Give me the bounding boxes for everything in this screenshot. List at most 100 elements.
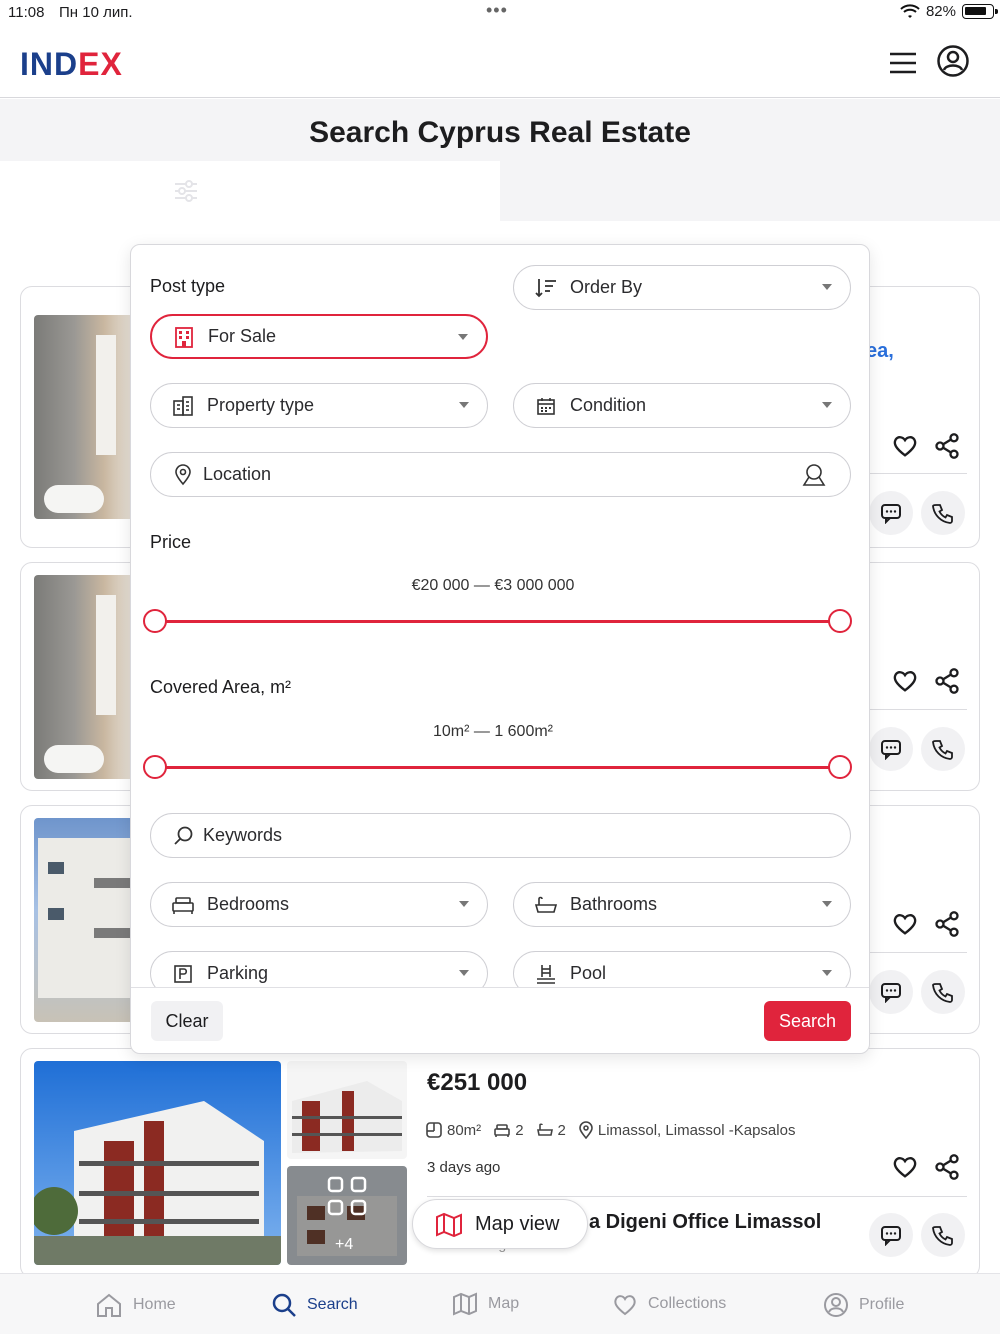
listing-photo[interactable] (34, 575, 134, 779)
favorite-heart-icon[interactable] (891, 432, 919, 460)
keywords-placeholder: Keywords (203, 825, 283, 845)
status-time: 11:08 (8, 4, 45, 21)
condition-select[interactable]: Condition (513, 383, 851, 428)
call-button[interactable] (921, 970, 965, 1014)
share-icon[interactable] (933, 667, 961, 695)
area-min-handle[interactable] (143, 755, 167, 779)
favorite-heart-icon[interactable] (891, 1153, 919, 1181)
property-type-select[interactable]: Property type (150, 383, 488, 428)
message-icon (881, 1226, 901, 1246)
price-max-handle[interactable] (828, 609, 852, 633)
tab-profile[interactable]: Profile (823, 1292, 904, 1318)
tab-home[interactable]: Home (95, 1292, 176, 1318)
price-label: Price (150, 532, 192, 552)
tab-search[interactable]: Search (271, 1292, 358, 1318)
parking-icon (171, 962, 195, 986)
area-max-handle[interactable] (828, 755, 852, 779)
message-button[interactable] (869, 970, 913, 1014)
share-icon[interactable] (933, 910, 961, 938)
covered-area-label: Covered Area, m² (150, 677, 292, 697)
heart-icon (614, 1295, 636, 1316)
message-icon (881, 983, 901, 1003)
parking-select[interactable]: Parking (150, 951, 488, 987)
profile-icon (824, 1293, 848, 1317)
index-logo[interactable]: INDEX (20, 46, 123, 83)
bath-icon (534, 893, 558, 917)
chevron-down-icon (459, 970, 469, 976)
bottom-tab-bar: Home Search Map Collections Profile (0, 1273, 1000, 1334)
phone-icon (932, 1226, 953, 1246)
chevron-down-icon (458, 334, 468, 340)
building-icon (172, 325, 196, 349)
message-icon (881, 504, 901, 524)
listing-title-fragment[interactable]: ea, (866, 340, 894, 363)
chevron-down-icon (822, 284, 832, 290)
spec-location: Limassol, Limassol -Kapsalos (578, 1121, 795, 1139)
card-divider (867, 952, 967, 953)
call-button[interactable] (921, 1213, 965, 1257)
price-min-handle[interactable] (143, 609, 167, 633)
wifi-icon (900, 3, 920, 18)
filters-tab[interactable] (0, 161, 500, 221)
status-bar: 11:08 Пн 10 лип. ••• 82% (0, 0, 1000, 26)
scroll-clip: Parking Pool (131, 945, 869, 987)
pool-icon (534, 962, 558, 986)
call-button[interactable] (921, 727, 965, 771)
listing-photo[interactable] (34, 315, 134, 519)
map-icon (436, 1212, 462, 1237)
tab-profile-label: Profile (859, 1296, 905, 1313)
location-pin-icon (579, 1121, 593, 1139)
clear-button[interactable]: Clear (151, 1001, 223, 1041)
filter-sliders-icon[interactable] (173, 178, 199, 204)
account-icon[interactable] (936, 44, 970, 78)
spec-area-value: 80m² (447, 1121, 482, 1139)
chevron-down-icon (459, 402, 469, 408)
order-by-label: Order By (570, 277, 643, 297)
favorite-heart-icon[interactable] (891, 910, 919, 938)
keywords-input[interactable]: Keywords (150, 813, 851, 858)
share-icon[interactable] (933, 1153, 961, 1181)
call-button[interactable] (921, 491, 965, 535)
pool-select[interactable]: Pool (513, 951, 851, 987)
search-icon (272, 1293, 296, 1317)
share-icon[interactable] (933, 432, 961, 460)
listing-thumb-photo[interactable] (287, 1061, 407, 1159)
favorite-heart-icon[interactable] (891, 667, 919, 695)
post-type-label: Post type (150, 276, 226, 296)
tab-map[interactable]: Map (452, 1292, 519, 1316)
bedrooms-select[interactable]: Bedrooms (150, 882, 488, 927)
post-type-select[interactable]: For Sale (150, 314, 488, 359)
message-button[interactable] (869, 727, 913, 771)
property-icon (171, 394, 195, 418)
map-pin-person-icon[interactable] (800, 461, 828, 489)
price-slider[interactable] (143, 609, 852, 633)
location-input[interactable]: Location (150, 452, 851, 497)
phone-icon (932, 740, 953, 760)
tab-collections[interactable]: Collections (612, 1292, 726, 1316)
message-button[interactable] (869, 491, 913, 535)
multitask-dots-icon[interactable]: ••• (486, 0, 508, 21)
listing-price: €251 000 (427, 1069, 528, 1096)
listing-thumb-more[interactable]: +4 (287, 1166, 407, 1265)
map-view-button[interactable]: Map view (412, 1199, 588, 1249)
tab-search-label: Search (307, 1296, 358, 1313)
sort-tab[interactable] (500, 161, 1000, 221)
status-right: 82% (900, 3, 998, 20)
area-icon (426, 1122, 442, 1138)
bathrooms-select[interactable]: Bathrooms (513, 882, 851, 927)
order-by-select[interactable]: Order By (513, 265, 851, 310)
search-button[interactable]: Search (764, 1001, 851, 1041)
bath-icon (536, 1123, 553, 1136)
listing-main-photo[interactable] (34, 1061, 281, 1265)
listing-photo[interactable] (34, 818, 134, 1022)
message-button[interactable] (869, 1213, 913, 1257)
area-range-text: 10m² — 1 600m² (432, 723, 554, 740)
phone-icon (932, 504, 953, 524)
chevron-down-icon (822, 402, 832, 408)
agent-name[interactable]: a Digeni Office Limassol (589, 1211, 821, 1234)
area-slider[interactable] (143, 755, 852, 779)
map-icon (453, 1292, 477, 1316)
hamburger-menu-icon[interactable] (888, 50, 918, 76)
area-slider-track (155, 766, 840, 769)
spec-bathrooms: 2 (536, 1121, 566, 1139)
